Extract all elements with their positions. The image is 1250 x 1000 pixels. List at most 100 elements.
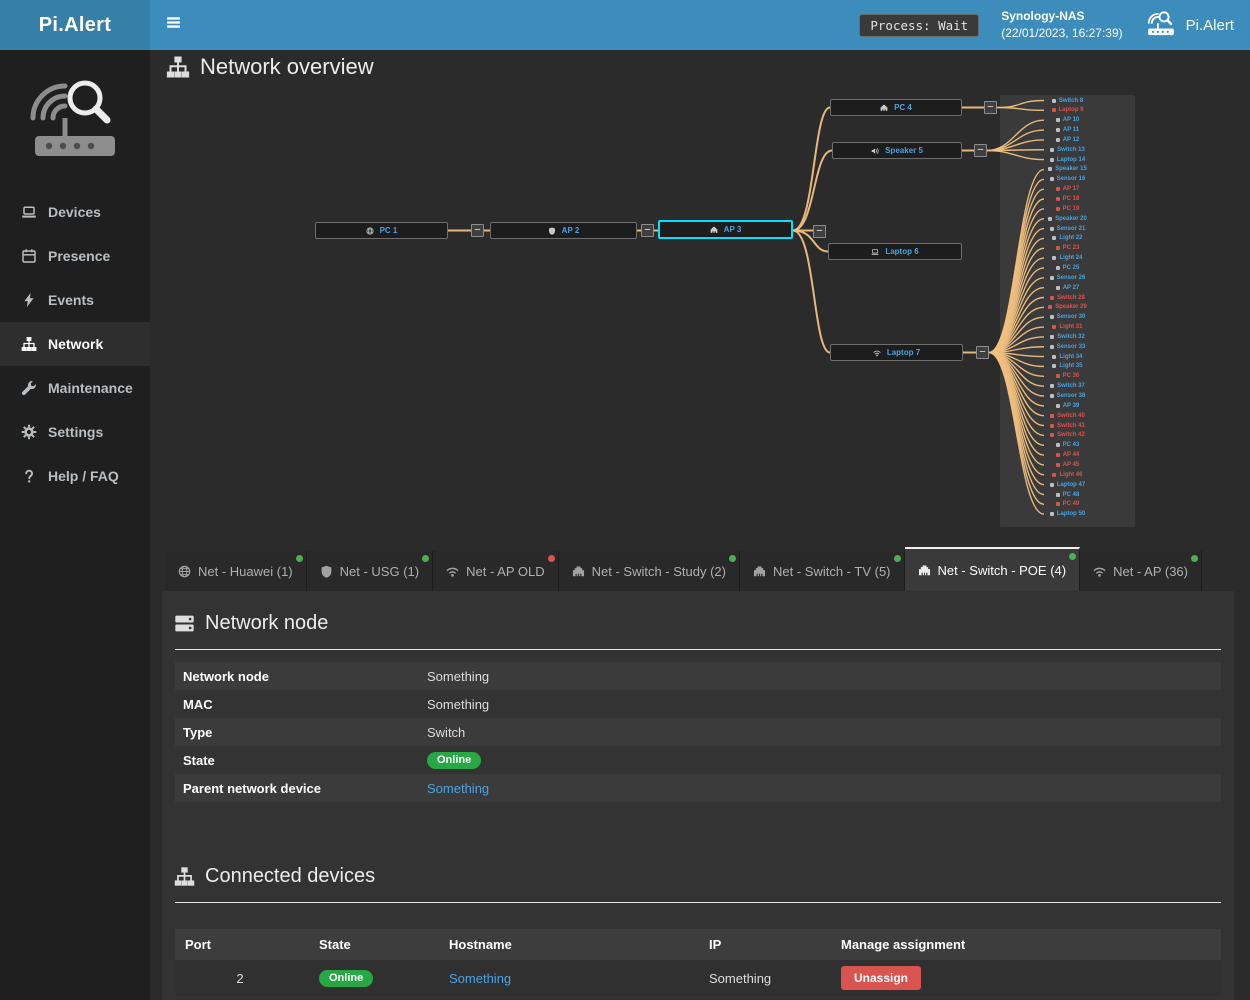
leaf-device-light-24[interactable]: Light 24 — [1000, 253, 1135, 263]
diagram-node-pc-1[interactable]: PC 1 — [315, 222, 448, 239]
topbar-right-cluster: Process: Wait Synology-NAS (22/01/2023, … — [859, 8, 1250, 43]
brand-logo[interactable]: Pi.Alert — [0, 0, 150, 50]
device-icon — [1048, 217, 1052, 221]
leaf-device-switch-41[interactable]: Switch 41 — [1000, 421, 1135, 431]
leaf-device-pc-23[interactable]: PC 23 — [1000, 243, 1135, 253]
status-dot — [1191, 555, 1198, 562]
leaf-device-sensor-38[interactable]: Sensor 38 — [1000, 391, 1135, 401]
leaf-label: PC 19 — [1063, 206, 1080, 212]
leaf-label: Light 22 — [1059, 235, 1082, 241]
device-icon — [1056, 197, 1060, 201]
detail-row-state: StateOnline — [175, 746, 1221, 774]
collapse-button-ap3[interactable]: − — [813, 225, 826, 238]
leaf-device-ap-39[interactable]: AP 39 — [1000, 401, 1135, 411]
hostname-link[interactable]: Something — [449, 971, 511, 986]
field-label: State — [175, 753, 427, 768]
leaf-device-pc-19[interactable]: PC 19 — [1000, 204, 1135, 214]
sidebar-item-presence[interactable]: Presence — [0, 234, 150, 278]
laptop-icon — [871, 248, 879, 256]
leaf-device-light-22[interactable]: Light 22 — [1000, 233, 1135, 243]
device-icon — [1050, 315, 1054, 319]
device-icon — [1050, 414, 1054, 418]
leaf-device-ap-44[interactable]: AP 44 — [1000, 450, 1135, 460]
leaf-device-pc-18[interactable]: PC 18 — [1000, 194, 1135, 204]
status-dot — [1069, 553, 1076, 560]
leaf-device-speaker-15[interactable]: Speaker 15 — [1000, 165, 1135, 175]
leaf-device-speaker-20[interactable]: Speaker 20 — [1000, 214, 1135, 224]
parent-device-link[interactable]: Something — [427, 781, 489, 796]
leaf-device-ap-17[interactable]: AP 17 — [1000, 184, 1135, 194]
status-dot — [422, 555, 429, 562]
leaf-device-sensor-16[interactable]: Sensor 16 — [1000, 174, 1135, 184]
sidebar-item-network[interactable]: Network — [0, 322, 150, 366]
node-label: PC 1 — [380, 226, 398, 235]
diagram-node-ap-2[interactable]: AP 2 — [490, 222, 637, 239]
leaf-device-speaker-29[interactable]: Speaker 29 — [1000, 302, 1135, 312]
unassign-button[interactable]: Unassign — [841, 966, 921, 990]
leaf-label: Sensor 26 — [1057, 275, 1086, 281]
leaf-device-light-46[interactable]: Light 46 — [1000, 470, 1135, 480]
leaf-device-switch-42[interactable]: Switch 42 — [1000, 430, 1135, 440]
leaf-device-ap-12[interactable]: AP 12 — [1000, 135, 1135, 145]
leaf-device-laptop-47[interactable]: Laptop 47 — [1000, 480, 1135, 490]
sidebar-item-maintenance[interactable]: Maintenance — [0, 366, 150, 410]
leaf-device-switch-32[interactable]: Switch 32 — [1000, 332, 1135, 342]
sidebar-item-help-faq[interactable]: Help / FAQ — [0, 454, 150, 498]
leaf-device-ap-10[interactable]: AP 10 — [1000, 115, 1135, 125]
collapse-button-speaker5[interactable]: − — [974, 144, 987, 157]
sidebar-item-events[interactable]: Events — [0, 278, 150, 322]
diagram-node-laptop-6[interactable]: Laptop 6 — [828, 243, 962, 260]
tab-net-ap-old[interactable]: Net - AP OLD — [433, 551, 559, 591]
collapse-button-laptop7[interactable]: − — [976, 346, 989, 359]
tab-net-switch-study-2[interactable]: Net - Switch - Study (2) — [559, 551, 740, 591]
leaf-device-switch-28[interactable]: Switch 28 — [1000, 293, 1135, 303]
leaf-device-switch-37[interactable]: Switch 37 — [1000, 381, 1135, 391]
device-icon — [1056, 502, 1060, 506]
leaf-device-light-35[interactable]: Light 35 — [1000, 362, 1135, 372]
diagram-node-speaker-5[interactable]: Speaker 5 — [832, 142, 962, 159]
diagram-node-laptop-7[interactable]: Laptop 7 — [830, 344, 963, 361]
hamburger-button[interactable] — [150, 0, 196, 50]
sidebar-item-label: Network — [48, 336, 103, 352]
collapse-button-pc1[interactable]: − — [471, 224, 484, 237]
leaf-device-ap-11[interactable]: AP 11 — [1000, 125, 1135, 135]
collapse-button-pc4[interactable]: − — [984, 101, 997, 114]
leaf-device-pc-49[interactable]: PC 49 — [1000, 499, 1135, 509]
leaf-device-ap-27[interactable]: AP 27 — [1000, 283, 1135, 293]
leaf-device-laptop-50[interactable]: Laptop 50 — [1000, 509, 1135, 519]
leaf-device-switch-8[interactable]: Switch 8 — [1000, 96, 1135, 106]
leaf-device-pc-36[interactable]: PC 36 — [1000, 371, 1135, 381]
collapse-button-ap2[interactable]: − — [641, 224, 654, 237]
tab-net-ap-36[interactable]: Net - AP (36) — [1080, 551, 1202, 591]
leaf-device-sensor-21[interactable]: Sensor 21 — [1000, 224, 1135, 234]
leaf-label: PC 36 — [1063, 373, 1080, 379]
leaf-device-laptop-9[interactable]: Laptop 9 — [1000, 105, 1135, 115]
leaf-device-pc-43[interactable]: PC 43 — [1000, 440, 1135, 450]
leaf-device-pc-48[interactable]: PC 48 — [1000, 490, 1135, 500]
diagram-node-pc-4[interactable]: PC 4 — [830, 99, 962, 116]
gear-icon — [20, 424, 37, 440]
ethernet-icon — [710, 226, 718, 234]
leaf-device-switch-13[interactable]: Switch 13 — [1000, 145, 1135, 155]
node-label: AP 3 — [724, 225, 742, 234]
leaf-device-sensor-33[interactable]: Sensor 33 — [1000, 342, 1135, 352]
tab-net-huawei-1[interactable]: Net - Huawei (1) — [165, 551, 307, 591]
leaf-device-sensor-26[interactable]: Sensor 26 — [1000, 273, 1135, 283]
node-label: Laptop 7 — [887, 348, 920, 357]
leaf-device-laptop-14[interactable]: Laptop 14 — [1000, 155, 1135, 165]
device-icon — [1056, 443, 1060, 447]
sidebar-item-settings[interactable]: Settings — [0, 410, 150, 454]
leaf-device-sensor-30[interactable]: Sensor 30 — [1000, 312, 1135, 322]
leaf-device-pc-25[interactable]: PC 25 — [1000, 263, 1135, 273]
tab-net-switch-poe-4[interactable]: Net - Switch - POE (4) — [905, 547, 1081, 591]
leaf-device-ap-45[interactable]: AP 45 — [1000, 460, 1135, 470]
leaf-label: Speaker 29 — [1055, 304, 1087, 310]
tab-net-usg-1[interactable]: Net - USG (1) — [307, 551, 433, 591]
tab-net-switch-tv-5[interactable]: Net - Switch - TV (5) — [740, 551, 905, 591]
sidebar-item-devices[interactable]: Devices — [0, 190, 150, 234]
page-title: Network overview — [166, 54, 374, 80]
leaf-device-switch-40[interactable]: Switch 40 — [1000, 411, 1135, 421]
diagram-node-ap-3[interactable]: AP 3 — [658, 220, 793, 239]
leaf-device-light-34[interactable]: Light 34 — [1000, 352, 1135, 362]
leaf-device-light-31[interactable]: Light 31 — [1000, 322, 1135, 332]
